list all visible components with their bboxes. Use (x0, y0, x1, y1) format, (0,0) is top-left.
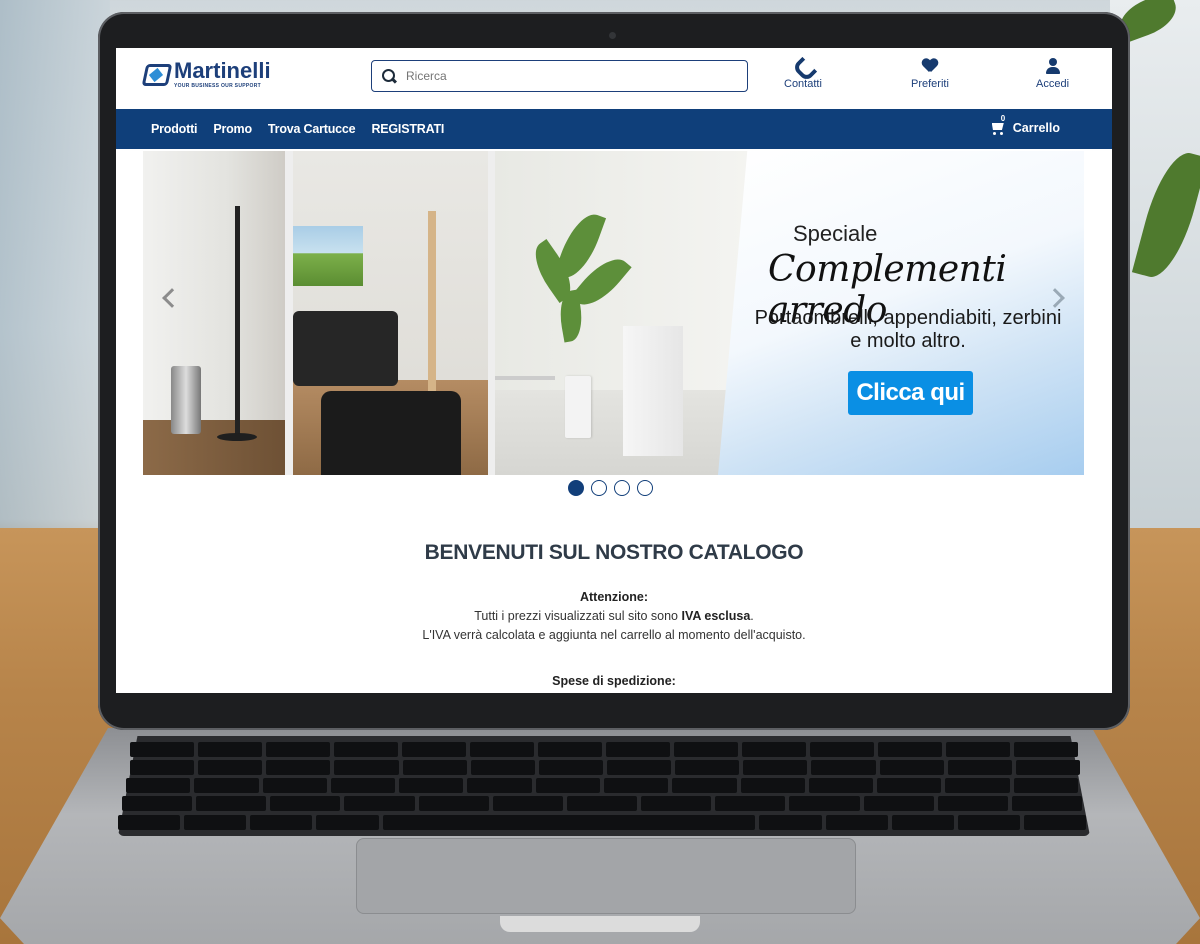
coat-stand-photo (143, 151, 285, 475)
logo-mark-icon (141, 63, 173, 86)
office-lounge-photo (293, 151, 488, 475)
background-left (0, 0, 110, 560)
promo-description: Portaombrelli, appendiabiti, zerbini e m… (754, 307, 1062, 352)
keyboard-row (126, 778, 1078, 793)
login-label: Accedi (1036, 78, 1070, 90)
nav-item-prodotti[interactable]: Prodotti (151, 122, 198, 136)
main-nav: Prodotti Promo Trova Cartucce REGISTRATI… (116, 109, 1112, 149)
notice-title: Attenzione: (579, 590, 649, 604)
brand-name: Martinelli (174, 58, 271, 83)
laptop-notch (500, 916, 700, 932)
camera (609, 32, 616, 39)
carousel-dot[interactable] (568, 480, 584, 496)
cart-link[interactable]: 0 Carrello (989, 114, 1060, 136)
brand-tagline: YOUR BUSINESS OUR SUPPORT (174, 83, 261, 89)
hero-carousel[interactable]: Speciale Complementi arredo Portaombrell… (143, 151, 1084, 475)
search-bar (371, 60, 748, 92)
notice-line-1-bold: IVA esclusa (681, 609, 751, 623)
contacts-link[interactable]: Contatti (784, 58, 822, 90)
notice-line-1-suffix: . (750, 609, 754, 623)
search-icon[interactable] (382, 69, 396, 83)
search-input[interactable] (406, 69, 726, 83)
cart-label: Carrello (1012, 121, 1060, 135)
welcome-title: BENVENUTI SUL NOSTRO CATALOGO (424, 541, 804, 564)
favorites-link[interactable]: Preferiti (911, 58, 949, 90)
contacts-label: Contatti (784, 78, 822, 90)
keyboard-row (118, 815, 1087, 830)
brand-logo[interactable]: Martinelli YOUR BUSINESS OUR SUPPORT (141, 58, 271, 89)
keyboard-row (130, 760, 1080, 775)
user-icon (1045, 58, 1061, 74)
cart-icon: 0 (989, 114, 1007, 136)
login-link[interactable]: Accedi (1036, 58, 1069, 90)
heart-icon (922, 58, 938, 74)
carousel-dot[interactable] (591, 480, 607, 496)
notice-line-1: Tutti i prezzi visualizzati sul sito son… (116, 607, 1112, 626)
site-header: Martinelli YOUR BUSINESS OUR SUPPORT Con… (116, 48, 1112, 109)
nav-item-registrati[interactable]: REGISTRATI (371, 122, 444, 136)
keyboard-row (130, 742, 1078, 757)
phone-icon (795, 58, 811, 74)
notice-line-2: L'IVA verrà calcolata e aggiunta nel car… (422, 628, 806, 642)
carousel-indicators (568, 480, 653, 496)
nav-item-promo[interactable]: Promo (213, 122, 252, 136)
browser-screen: Martinelli YOUR BUSINESS OUR SUPPORT Con… (116, 48, 1112, 693)
cart-count: 0 (1000, 114, 1006, 123)
notice-line-1-prefix: Tutti i prezzi visualizzati sul sito son… (474, 609, 682, 623)
favorites-label: Preferiti (911, 78, 949, 90)
trackpad (356, 838, 856, 914)
keyboard-row (122, 796, 1083, 811)
promo-panel: Speciale Complementi arredo Portaombrell… (718, 151, 1084, 475)
price-notice: Attenzione: Tutti i prezzi visualizzati … (116, 588, 1112, 645)
nav-item-trova-cartucce[interactable]: Trova Cartucce (268, 122, 356, 136)
carousel-dot[interactable] (637, 480, 653, 496)
shipping-title: Spese di spedizione: (552, 674, 676, 688)
carousel-dot[interactable] (614, 480, 630, 496)
promo-kicker: Speciale (793, 221, 878, 246)
plant-decor-photo (495, 151, 750, 475)
promo-cta-button[interactable]: Clicca qui (848, 371, 973, 415)
